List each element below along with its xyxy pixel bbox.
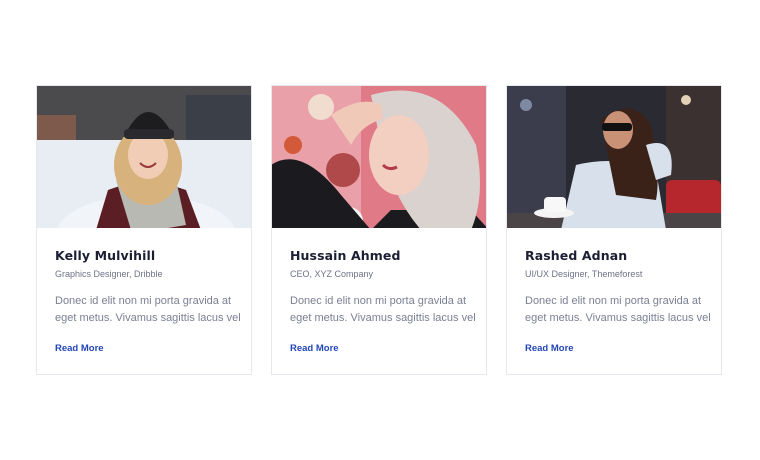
- member-photo: [507, 86, 721, 228]
- member-photo-image: [37, 86, 251, 228]
- team-card-hussain: Hussain Ahmed CEO, XYZ Company Donec id …: [271, 85, 487, 375]
- member-photo: [37, 86, 251, 228]
- read-more-link[interactable]: Read More: [290, 343, 339, 354]
- read-more-link[interactable]: Read More: [55, 343, 104, 354]
- member-role: CEO, XYZ Company: [290, 269, 374, 279]
- read-more-link[interactable]: Read More: [525, 343, 574, 354]
- member-description: Donec id elit non mi porta gravida at eg…: [525, 295, 711, 324]
- member-name: Hussain Ahmed: [290, 248, 401, 263]
- member-name: Kelly Mulvihill: [55, 248, 156, 263]
- member-name: Rashed Adnan: [525, 248, 628, 263]
- team-card-kelly: Kelly Mulvihill Graphics Designer, Dribb…: [36, 85, 252, 375]
- team-card-rashed: Rashed Adnan UI/UX Designer, Themeforest…: [506, 85, 722, 375]
- member-photo-image: [507, 86, 721, 228]
- member-role: UI/UX Designer, Themeforest: [525, 269, 643, 279]
- member-role: Graphics Designer, Dribble: [55, 269, 163, 279]
- team-cards: Kelly Mulvihill Graphics Designer, Dribb…: [36, 85, 722, 375]
- member-photo-image: [272, 86, 486, 228]
- member-description: Donec id elit non mi porta gravida at eg…: [55, 295, 241, 324]
- member-description: Donec id elit non mi porta gravida at eg…: [290, 295, 476, 324]
- member-photo: [272, 86, 486, 228]
